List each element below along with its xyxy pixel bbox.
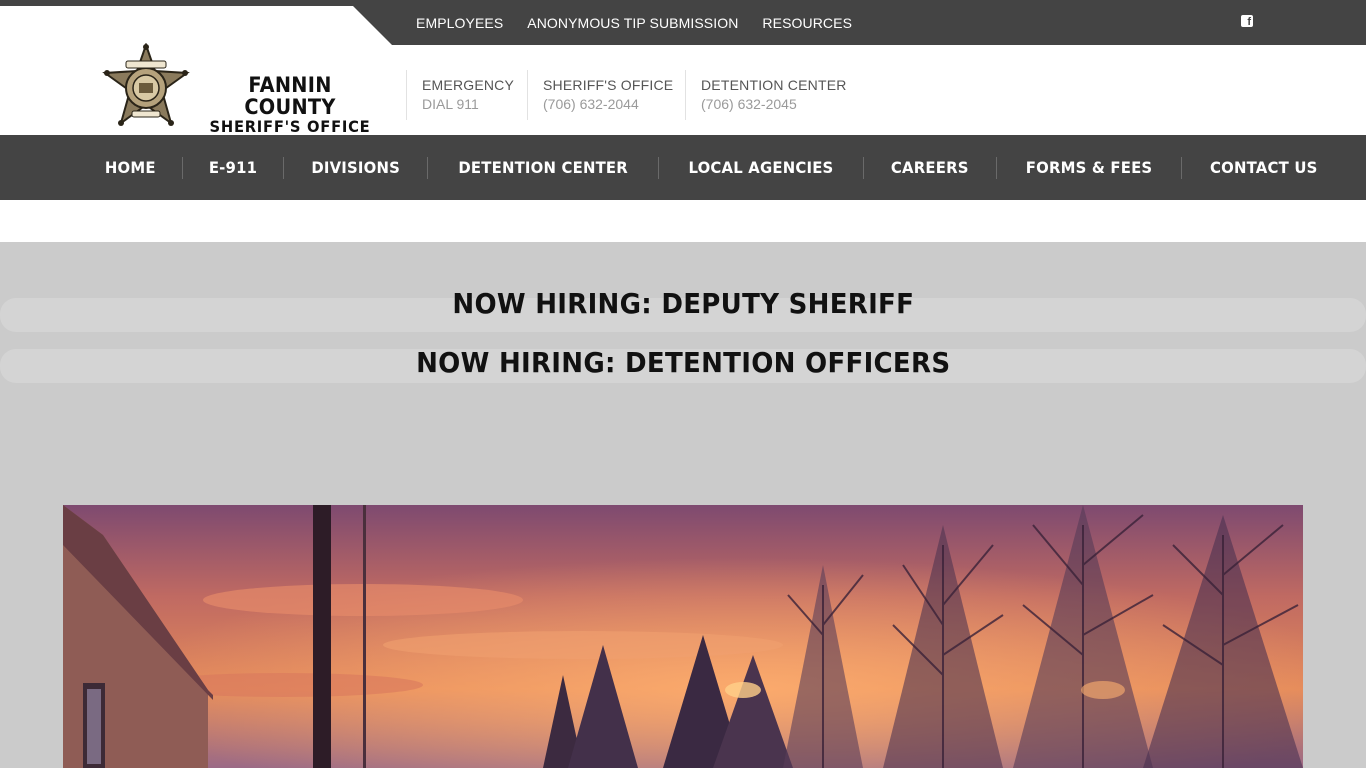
utility-link-anonymous-tip[interactable]: ANONYMOUS TIP SUBMISSION — [527, 15, 738, 31]
nav-item-e911[interactable]: E-911 — [208, 158, 256, 177]
contact-label: EMERGENCY — [422, 77, 515, 93]
nav-item-detention-center[interactable]: DETENTION CENTER — [458, 158, 628, 177]
nav-item-careers[interactable]: CAREERS — [891, 158, 969, 177]
brand-subtitle: SHERIFF'S OFFICE — [209, 117, 371, 136]
contact-label: SHERIFF'S OFFICE — [543, 77, 674, 93]
hiring-banner-deputy[interactable]: NOW HIRING: DEPUTY SHERIFF — [0, 287, 1366, 320]
nav-divider — [658, 156, 660, 179]
nav-divider — [181, 156, 183, 179]
hiring-text: NOW HIRING: DETENTION OFFICERS — [415, 346, 951, 379]
nav-divider — [995, 156, 997, 179]
contact-value: (706) 632-2045 — [701, 96, 797, 112]
nav-divider — [863, 156, 865, 179]
utility-link-resources[interactable]: RESOURCES — [762, 15, 852, 31]
contact-detention-center: DETENTION CENTER (706) 632-2045 — [685, 70, 847, 120]
sheriff-star-logo[interactable] — [102, 41, 190, 129]
utility-bar-tab — [0, 6, 392, 45]
brand-wordmark[interactable]: FANNIN COUNTY SHERIFF'S OFFICE — [198, 74, 382, 136]
hiring-text: NOW HIRING: DEPUTY SHERIFF — [452, 287, 914, 320]
nav-item-home[interactable]: HOME — [105, 158, 156, 177]
utility-link-employees[interactable]: EMPLOYEES — [416, 15, 503, 31]
hiring-banner-detention[interactable]: NOW HIRING: DETENTION OFFICERS — [0, 346, 1366, 379]
nav-item-forms-fees[interactable]: FORMS & FEES — [1026, 158, 1153, 177]
brand-title: FANNIN COUNTY — [244, 73, 336, 119]
contact-label: DETENTION CENTER — [701, 77, 847, 93]
contact-value: DIAL 911 — [422, 96, 479, 112]
contact-value: (706) 632-2044 — [543, 96, 639, 112]
main-nav: HOME E-911 DIVISIONS DETENTION CENTER LO… — [0, 135, 1366, 200]
nav-divider — [1180, 156, 1182, 179]
nav-item-local-agencies[interactable]: LOCAL AGENCIES — [689, 158, 834, 177]
contact-sheriffs-office: SHERIFF'S OFFICE (706) 632-2044 — [527, 70, 673, 120]
nav-divider — [427, 156, 428, 179]
nav-item-contact-us[interactable]: CONTACT US — [1210, 158, 1317, 177]
utility-bar: EMPLOYEES ANONYMOUS TIP SUBMISSION RESOU… — [0, 0, 1366, 45]
nav-divider — [282, 156, 284, 179]
sunset-photo — [63, 505, 1303, 768]
nav-item-divisions[interactable]: DIVISIONS — [311, 158, 400, 177]
facebook-icon[interactable]: f — [1241, 15, 1253, 28]
contact-emergency: EMERGENCY DIAL 911 — [406, 70, 514, 120]
utility-nav: EMPLOYEES ANONYMOUS TIP SUBMISSION RESOU… — [416, 0, 852, 45]
